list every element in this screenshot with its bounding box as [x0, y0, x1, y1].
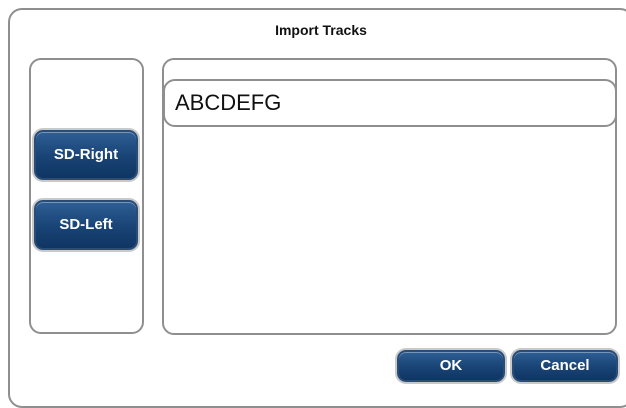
cancel-button[interactable]: Cancel: [512, 350, 618, 382]
source-panel: [29, 58, 144, 334]
ok-button[interactable]: OK: [397, 350, 505, 382]
sd-left-button[interactable]: SD-Left: [34, 200, 138, 250]
sd-right-button[interactable]: SD-Right: [34, 130, 138, 180]
list-item[interactable]: ABCDEFG: [163, 79, 617, 127]
dialog-title: Import Tracks: [275, 22, 367, 38]
